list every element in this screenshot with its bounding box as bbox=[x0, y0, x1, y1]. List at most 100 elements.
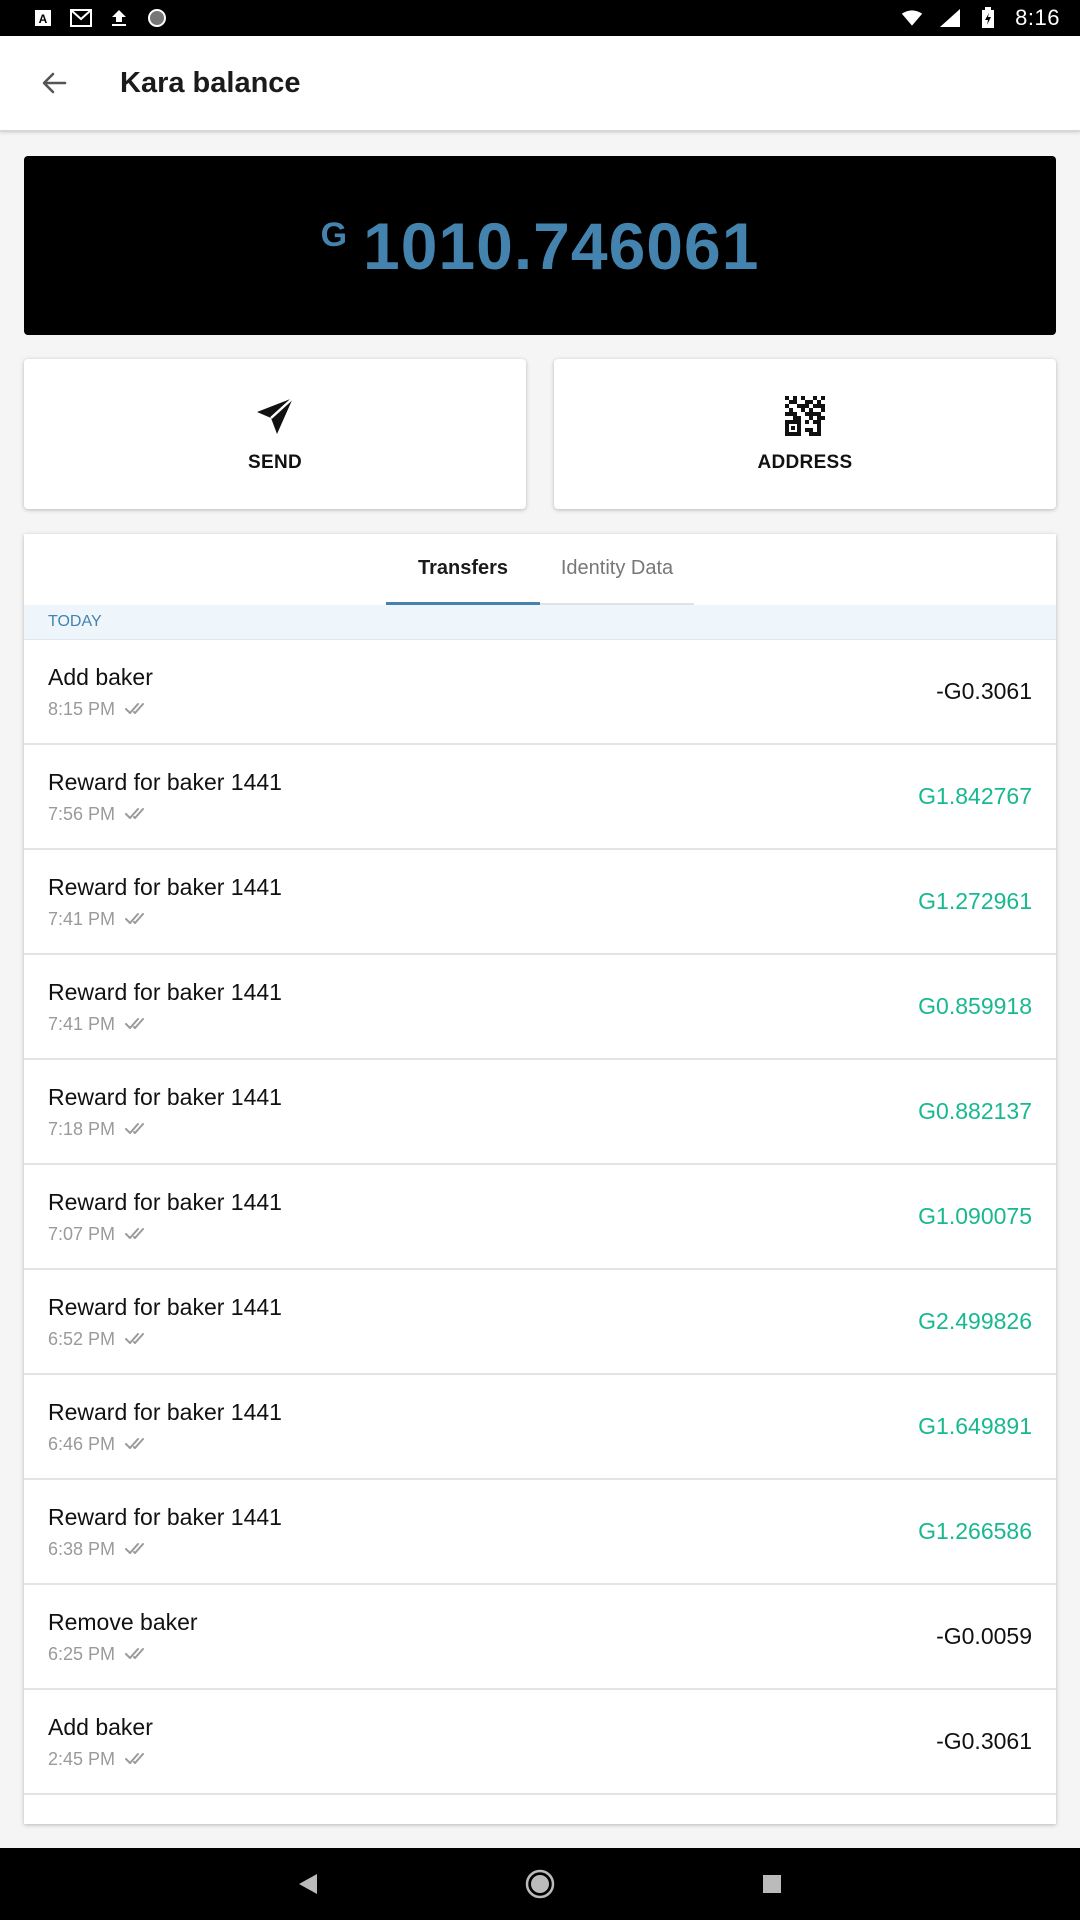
transaction-meta: 2:45 PM bbox=[48, 1749, 153, 1770]
transaction-info: Reward for baker 1441 7:07 PM bbox=[48, 1189, 282, 1245]
double-check-icon bbox=[125, 1017, 149, 1031]
transaction-time: 7:07 PM bbox=[48, 1223, 116, 1244]
transaction-meta: 8:15 PM bbox=[48, 699, 153, 720]
transaction-row[interactable]: Remove baker 6:25 PM -G0.0059 bbox=[24, 1585, 1056, 1690]
transaction-time: 8:15 PM bbox=[48, 698, 116, 719]
double-check-icon bbox=[125, 1332, 149, 1346]
status-right-icons: 8:16 bbox=[901, 5, 1060, 31]
transaction-row[interactable]: Reward for baker 1441 7:07 PM G1.090075 bbox=[24, 1165, 1056, 1270]
tab-transfers[interactable]: Transfers bbox=[386, 534, 540, 605]
signal-icon bbox=[939, 7, 961, 29]
transaction-amount: G2.499826 bbox=[918, 1308, 1032, 1334]
transaction-time: 2:45 PM bbox=[48, 1748, 116, 1769]
transaction-amount: -G0.3061 bbox=[936, 1728, 1032, 1754]
transaction-info: Remove baker 6:25 PM bbox=[48, 1609, 198, 1665]
transaction-info: Reward for baker 1441 7:41 PM bbox=[48, 874, 282, 930]
transaction-title: Reward for baker 1441 bbox=[48, 768, 282, 795]
upload-icon bbox=[108, 7, 130, 29]
transaction-title: Reward for baker 1441 bbox=[48, 978, 282, 1005]
transaction-row[interactable]: Reward for baker 1441 6:46 PM G1.649891 bbox=[24, 1375, 1056, 1480]
transaction-row[interactable]: Reward for baker 1441 7:41 PM G0.859918 bbox=[24, 955, 1056, 1060]
double-check-icon bbox=[125, 1122, 149, 1136]
transaction-time: 7:56 PM bbox=[48, 803, 116, 824]
qr-code-icon bbox=[783, 394, 827, 438]
transaction-row[interactable]: Reward for baker 1441 6:52 PM G2.499826 bbox=[24, 1270, 1056, 1375]
transaction-title: Reward for baker 1441 bbox=[48, 873, 282, 900]
transaction-title: Reward for baker 1441 bbox=[48, 1398, 282, 1425]
transaction-amount: -G0.0059 bbox=[936, 1623, 1032, 1649]
tab-identity-data[interactable]: Identity Data bbox=[540, 534, 694, 605]
transaction-time: 7:18 PM bbox=[48, 1118, 116, 1139]
balance-card: G 1010.746061 bbox=[24, 156, 1056, 335]
transaction-meta: 6:38 PM bbox=[48, 1539, 282, 1560]
transaction-title: Add baker bbox=[48, 663, 153, 690]
wifi-icon bbox=[901, 7, 923, 29]
transaction-amount: G1.272961 bbox=[918, 888, 1032, 914]
status-bar: A 8:16 bbox=[0, 0, 1080, 36]
transaction-info: Reward for baker 1441 7:18 PM bbox=[48, 1084, 282, 1140]
recents-square-icon bbox=[763, 1875, 781, 1893]
address-button[interactable]: ADDRESS bbox=[554, 359, 1056, 509]
transaction-info: Add baker 2:45 PM bbox=[48, 1714, 153, 1770]
transaction-meta: 7:18 PM bbox=[48, 1119, 282, 1140]
transaction-info: Reward for baker 1441 7:56 PM bbox=[48, 769, 282, 825]
double-check-icon bbox=[125, 1542, 149, 1556]
arrow-back-icon bbox=[42, 72, 67, 94]
transaction-title: Remove baker bbox=[48, 1608, 198, 1635]
back-triangle-icon bbox=[299, 1874, 317, 1894]
transaction-title: Add baker bbox=[48, 1713, 153, 1740]
gmail-icon bbox=[70, 7, 92, 29]
tab-bar: Transfers Identity Data bbox=[24, 534, 1056, 605]
transaction-title: Reward for baker 1441 bbox=[48, 1083, 282, 1110]
transaction-title: Reward for baker 1441 bbox=[48, 1503, 282, 1530]
transaction-title: Reward for baker 1441 bbox=[48, 1293, 282, 1320]
transaction-info: Reward for baker 1441 6:38 PM bbox=[48, 1504, 282, 1560]
battery-icon bbox=[977, 7, 999, 29]
transaction-meta: 6:52 PM bbox=[48, 1329, 282, 1350]
transaction-row[interactable]: Reward for baker 1441 7:56 PM G1.842767 bbox=[24, 745, 1056, 850]
section-header-today: TODAY bbox=[24, 605, 1056, 640]
transaction-amount: G1.266586 bbox=[918, 1518, 1032, 1544]
status-left-icons: A bbox=[32, 7, 168, 29]
double-check-icon bbox=[125, 1437, 149, 1451]
double-check-icon bbox=[125, 1227, 149, 1241]
balance-amount: 1010.746061 bbox=[363, 208, 760, 283]
double-check-icon bbox=[125, 1752, 149, 1766]
transaction-time: 6:38 PM bbox=[48, 1538, 116, 1559]
transaction-time: 6:52 PM bbox=[48, 1328, 116, 1349]
transaction-info: Reward for baker 1441 7:41 PM bbox=[48, 979, 282, 1035]
circle-icon bbox=[146, 7, 168, 29]
double-check-icon bbox=[125, 1647, 149, 1661]
double-check-icon bbox=[125, 912, 149, 926]
app-bar: Kara balance bbox=[0, 36, 1080, 132]
transaction-time: 7:41 PM bbox=[48, 908, 116, 929]
nav-back-button[interactable] bbox=[288, 1864, 328, 1904]
double-check-icon bbox=[125, 702, 149, 716]
back-button[interactable] bbox=[24, 53, 84, 113]
transaction-meta: 7:41 PM bbox=[48, 909, 282, 930]
transaction-row[interactable]: Reward for baker 1441 6:38 PM G1.266586 bbox=[24, 1480, 1056, 1585]
transaction-row[interactable]: Add baker 2:45 PM -G0.3061 bbox=[24, 1690, 1056, 1795]
send-label: SEND bbox=[248, 452, 302, 473]
address-label: ADDRESS bbox=[757, 452, 853, 473]
transaction-meta: 7:56 PM bbox=[48, 804, 282, 825]
send-button[interactable]: SEND bbox=[24, 359, 526, 509]
transaction-amount: -G0.3061 bbox=[936, 678, 1032, 704]
svg-text:A: A bbox=[39, 12, 48, 26]
transaction-row[interactable]: Add baker 8:15 PM -G0.3061 bbox=[24, 640, 1056, 745]
transaction-info: Reward for baker 1441 6:46 PM bbox=[48, 1399, 282, 1455]
transaction-time: 6:46 PM bbox=[48, 1433, 116, 1454]
transaction-amount: G1.649891 bbox=[918, 1413, 1032, 1439]
nav-home-button[interactable] bbox=[520, 1864, 560, 1904]
currency-symbol: G bbox=[320, 216, 348, 254]
action-buttons: SEND ADDRESS bbox=[24, 359, 1056, 509]
transaction-title: Reward for baker 1441 bbox=[48, 1188, 282, 1215]
nav-recents-button[interactable] bbox=[752, 1864, 792, 1904]
transaction-time: 6:25 PM bbox=[48, 1643, 116, 1664]
transaction-meta: 7:07 PM bbox=[48, 1224, 282, 1245]
double-check-icon bbox=[125, 807, 149, 821]
transaction-info: Add baker 8:15 PM bbox=[48, 664, 153, 720]
transaction-row[interactable]: Reward for baker 1441 7:41 PM G1.272961 bbox=[24, 850, 1056, 955]
transaction-amount: G0.859918 bbox=[918, 993, 1032, 1019]
transaction-row[interactable]: Reward for baker 1441 7:18 PM G0.882137 bbox=[24, 1060, 1056, 1165]
